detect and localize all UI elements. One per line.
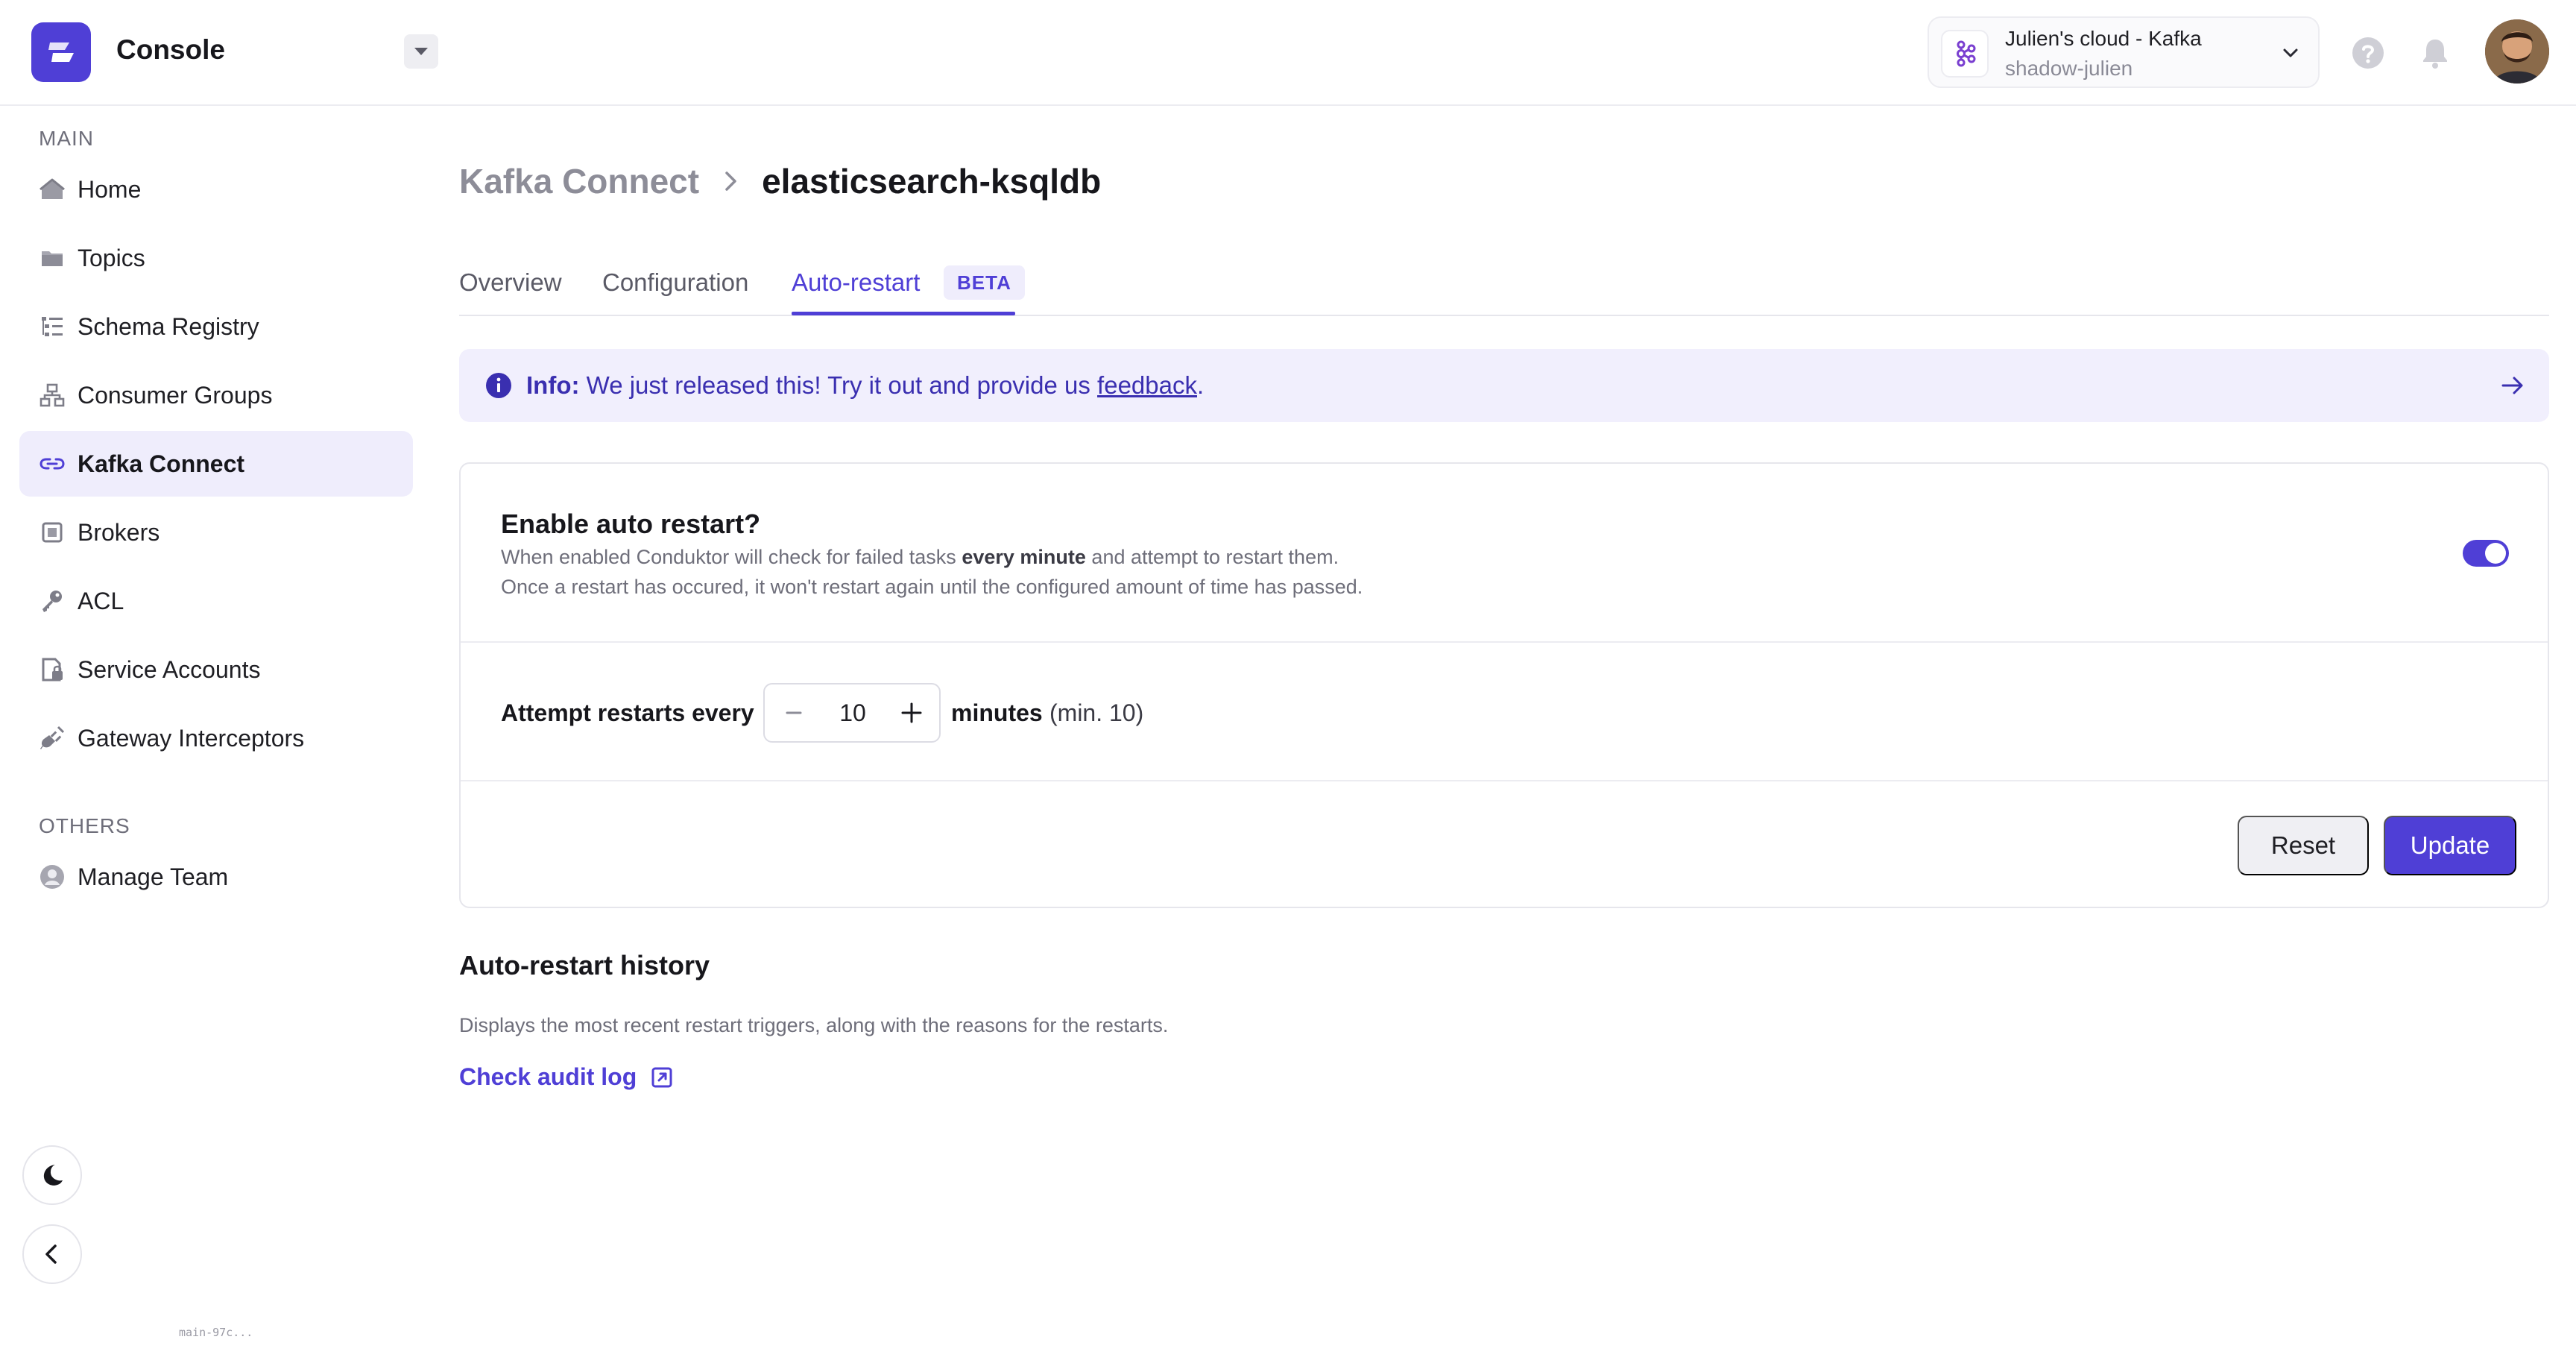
build-version: main-97c...	[179, 1326, 253, 1339]
sidebar: MAIN Home Topics Schema Registry Consume…	[0, 106, 432, 1366]
kafka-cluster-icon	[1941, 30, 1989, 78]
sidebar-section-others: OTHERS	[39, 814, 130, 837]
increment-button[interactable]	[883, 684, 941, 741]
toggle-knob	[2485, 543, 2506, 564]
auto-restart-description: When enabled Conduktor will check for fa…	[501, 546, 1339, 569]
interval-input[interactable]: 10	[823, 684, 883, 741]
history-title: Auto-restart history	[459, 950, 710, 981]
sidebar-item-schema-registry[interactable]: Schema Registry	[19, 294, 413, 359]
info-suffix: .	[1196, 371, 1205, 399]
cluster-id: shadow-julien	[2005, 57, 2133, 80]
sidebar-item-brokers[interactable]: Brokers	[19, 500, 413, 565]
bell-icon[interactable]	[2418, 36, 2452, 70]
divider	[461, 641, 2548, 643]
app-root: Console Julien's cloud - Kafka shadow-ju…	[0, 0, 2576, 1366]
chevron-down-icon	[2283, 48, 2298, 57]
info-text: We just released this! Try it out and pr…	[586, 371, 1090, 399]
sidebar-item-label: Home	[78, 175, 142, 203]
sidebar-item-acl[interactable]: ACL	[19, 568, 413, 634]
key-icon	[37, 586, 67, 616]
description-text: and attempt to restart them.	[1091, 546, 1339, 568]
info-prefix: Info:	[526, 371, 580, 399]
moon-icon	[43, 1165, 63, 1186]
decrement-button[interactable]	[765, 684, 823, 741]
sidebar-section-main: MAIN	[39, 127, 94, 150]
conduktor-logo-icon[interactable]	[31, 22, 91, 82]
active-tab-indicator	[792, 312, 1015, 315]
consumer-groups-icon	[37, 380, 67, 410]
tab-auto-restart[interactable]: Auto-restart	[792, 268, 920, 297]
dark-mode-toggle[interactable]	[22, 1145, 82, 1205]
info-icon	[486, 373, 511, 398]
tab-overview[interactable]: Overview	[459, 268, 562, 297]
sidebar-item-label: Schema Registry	[78, 312, 259, 340]
user-avatar[interactable]	[2485, 19, 2549, 84]
minus-icon	[786, 711, 802, 714]
feedback-link[interactable]: feedback	[1097, 371, 1197, 399]
auto-restart-settings-card: Enable auto restart? When enabled Conduk…	[459, 462, 2549, 908]
audit-link-label: Check audit log	[459, 1063, 637, 1090]
schema-icon	[37, 312, 67, 342]
sidebar-item-service-accounts[interactable]: Service Accounts	[19, 637, 413, 702]
sidebar-item-label: Manage Team	[78, 863, 229, 890]
description-text: When enabled Conduktor will check for fa…	[501, 546, 956, 568]
breadcrumb: Kafka Connect elasticsearch-ksqldb	[459, 161, 1101, 201]
auto-restart-description-2: Once a restart has occured, it won't res…	[501, 576, 1363, 598]
info-banner: Info: We just released this! Try it out …	[459, 349, 2549, 422]
chip-icon	[37, 517, 67, 547]
plug-icon	[37, 723, 67, 753]
cluster-name: Julien's cloud - Kafka	[2005, 27, 2202, 50]
help-icon[interactable]	[2351, 36, 2385, 70]
tab-bar: Overview Configuration Auto-restart BETA	[459, 262, 2549, 316]
reset-button[interactable]: Reset	[2238, 816, 2369, 875]
sidebar-item-label: Brokers	[78, 518, 160, 546]
sidebar-item-label: Service Accounts	[78, 655, 261, 683]
sidebar-item-label: ACL	[78, 587, 124, 614]
app-switcher-button[interactable]	[404, 34, 438, 69]
app-title: Console	[116, 34, 225, 65]
cluster-selector[interactable]: Julien's cloud - Kafka shadow-julien	[1928, 16, 2320, 88]
home-icon	[37, 174, 67, 204]
auto-restart-toggle[interactable]	[2463, 540, 2509, 567]
plus-icon	[901, 702, 922, 723]
auto-restart-title: Enable auto restart?	[501, 509, 761, 539]
page-title: elasticsearch-ksqldb	[762, 162, 1102, 201]
sidebar-item-label: Topics	[78, 244, 145, 271]
service-account-icon	[37, 655, 67, 684]
interval-unit-label: minutes	[951, 699, 1043, 726]
sidebar-item-kafka-connect[interactable]: Kafka Connect	[19, 431, 413, 497]
link-icon	[37, 449, 67, 479]
attempt-restarts-label: Attempt restarts every	[501, 699, 754, 726]
sidebar-item-home[interactable]: Home	[19, 157, 413, 222]
chevron-right-icon	[725, 171, 736, 191]
collapse-sidebar-button[interactable]	[22, 1224, 82, 1284]
external-link-icon	[651, 1067, 672, 1087]
user-icon	[37, 862, 67, 892]
caret-down-icon	[414, 48, 428, 55]
sidebar-item-consumer-groups[interactable]: Consumer Groups	[19, 362, 413, 428]
sidebar-item-topics[interactable]: Topics	[19, 225, 413, 291]
interval-min-hint: (min. 10)	[1049, 699, 1144, 726]
tab-configuration[interactable]: Configuration	[602, 268, 748, 297]
sidebar-item-label: Consumer Groups	[78, 381, 273, 409]
check-audit-log-link[interactable]: Check audit log	[459, 1063, 674, 1091]
top-bar: Console Julien's cloud - Kafka shadow-ju…	[0, 0, 2576, 106]
history-description: Displays the most recent restart trigger…	[459, 1014, 1169, 1036]
sidebar-item-gateway-interceptors[interactable]: Gateway Interceptors	[19, 705, 413, 771]
sidebar-item-manage-team[interactable]: Manage Team	[19, 844, 413, 910]
sidebar-item-label: Kafka Connect	[78, 450, 245, 477]
sidebar-item-label: Gateway Interceptors	[78, 724, 305, 752]
interval-stepper: 10	[763, 683, 941, 743]
arrow-right-icon[interactable]	[2498, 371, 2527, 400]
chevron-left-icon	[45, 1244, 57, 1264]
update-button[interactable]: Update	[2384, 816, 2516, 875]
beta-badge: BETA	[944, 265, 1025, 300]
divider	[461, 780, 2548, 781]
breadcrumb-parent-link[interactable]: Kafka Connect	[459, 161, 699, 201]
description-emphasis: every minute	[962, 546, 1086, 568]
info-message: Info: We just released this! Try it out …	[526, 371, 1204, 400]
folder-icon	[37, 243, 67, 273]
